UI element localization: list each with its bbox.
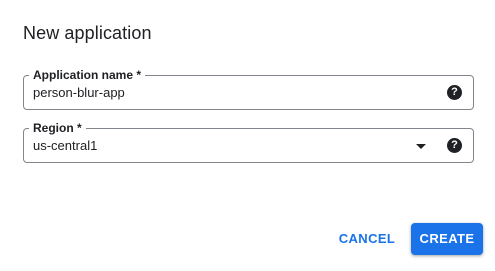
help-circle-icon[interactable]: ? <box>447 85 462 100</box>
help-circle-icon[interactable]: ? <box>447 138 462 153</box>
cancel-button[interactable]: CANCEL <box>334 223 400 255</box>
new-application-dialog: New application Application name * perso… <box>0 0 495 271</box>
region-selected-value[interactable]: us-central1 <box>33 137 413 155</box>
create-button[interactable]: CREATE <box>411 223 483 255</box>
dropdown-arrow-icon[interactable] <box>416 144 426 149</box>
region-select[interactable]: Region * us-central1 ? <box>23 120 474 163</box>
application-name-label: Application name * <box>29 67 146 83</box>
region-label: Region * <box>29 120 86 136</box>
dialog-title: New application <box>23 23 152 43</box>
application-name-field[interactable]: Application name * person-blur-app ? <box>23 67 474 110</box>
application-name-input[interactable]: person-blur-app <box>33 84 413 102</box>
